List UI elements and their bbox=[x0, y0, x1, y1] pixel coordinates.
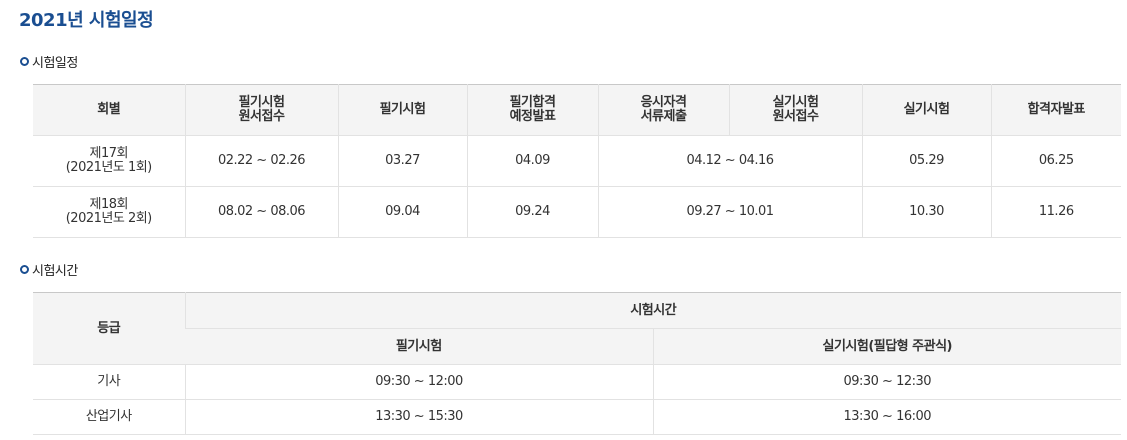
header-exam-time: 시험시간 bbox=[184, 292, 1121, 329]
schedule-header-row: 회별 필기시험 원서접수 필기시험 필기합격 예정발표 응시자격 서류제출 실기… bbox=[33, 84, 1121, 136]
header-written: 필기시험 bbox=[185, 328, 653, 365]
written-exam-cell: 03.27 bbox=[337, 135, 467, 187]
practical-time-cell: 09:30 ~ 12:30 bbox=[652, 364, 1121, 400]
grade-cell: 산업기사 bbox=[33, 399, 185, 435]
practical-exam-cell: 05.29 bbox=[861, 135, 991, 187]
exam-time-table: 등급 시험시간 필기시험 실기시험(필답형 주관식) 기사 09:30 ~ 12… bbox=[33, 292, 1121, 435]
time-section-heading: 시험시간 bbox=[20, 260, 78, 279]
written-application-cell: 08.02 ~ 08.06 bbox=[184, 186, 338, 238]
header-written-application: 필기시험 원서접수 bbox=[184, 84, 338, 136]
page-title: 2021년 시험일정 bbox=[19, 10, 154, 31]
time-section-title: 시험시간 bbox=[32, 264, 78, 279]
header-practical: 실기시험(필답형 주관식) bbox=[652, 328, 1121, 365]
written-application-cell: 02.22 ~ 02.26 bbox=[184, 135, 338, 187]
schedule-section-title: 시험일정 bbox=[32, 56, 78, 71]
schedule-section-heading: 시험일정 bbox=[20, 52, 78, 71]
header-practical-application: 실기시험 원서접수 bbox=[728, 84, 862, 136]
header-round: 회별 bbox=[33, 84, 185, 136]
written-result-cell: 09.24 bbox=[466, 186, 598, 238]
document-practical-application-cell: 09.27 ~ 10.01 bbox=[597, 186, 862, 238]
table-row: 제18회 (2021년도 2회) 08.02 ~ 08.06 09.04 09.… bbox=[33, 186, 1121, 238]
bullet-circle-icon bbox=[20, 57, 29, 66]
document-practical-application-cell: 04.12 ~ 04.16 bbox=[597, 135, 862, 187]
time-subheader-row: 필기시험 실기시험(필답형 주관식) bbox=[33, 328, 1121, 365]
round-cell: 제17회 (2021년도 1회) bbox=[33, 135, 185, 187]
header-practical-exam: 실기시험 bbox=[861, 84, 991, 136]
practical-exam-cell: 10.30 bbox=[861, 186, 991, 238]
written-result-cell: 04.09 bbox=[466, 135, 598, 187]
written-time-cell: 09:30 ~ 12:00 bbox=[184, 364, 653, 400]
round-cell: 제18회 (2021년도 2회) bbox=[33, 186, 185, 238]
practical-time-cell: 13:30 ~ 16:00 bbox=[652, 399, 1121, 435]
time-header-row: 등급 시험시간 bbox=[33, 292, 1121, 365]
table-row: 기사 09:30 ~ 12:00 09:30 ~ 12:30 bbox=[33, 364, 1121, 400]
written-time-cell: 13:30 ~ 15:30 bbox=[184, 399, 653, 435]
table-row: 산업기사 13:30 ~ 15:30 13:30 ~ 16:00 bbox=[33, 399, 1121, 435]
final-result-cell: 06.25 bbox=[990, 135, 1121, 187]
header-document-submission: 응시자격 서류제출 bbox=[597, 84, 729, 136]
final-result-cell: 11.26 bbox=[990, 186, 1121, 238]
header-written-result: 필기합격 예정발표 bbox=[466, 84, 598, 136]
table-row: 제17회 (2021년도 1회) 02.22 ~ 02.26 03.27 04.… bbox=[33, 135, 1121, 187]
exam-schedule-table: 회별 필기시험 원서접수 필기시험 필기합격 예정발표 응시자격 서류제출 실기… bbox=[33, 84, 1121, 238]
bullet-circle-icon bbox=[20, 265, 29, 274]
header-grade: 등급 bbox=[33, 292, 185, 365]
header-final-result: 합격자발표 bbox=[990, 84, 1121, 136]
grade-cell: 기사 bbox=[33, 364, 185, 400]
header-written-exam: 필기시험 bbox=[337, 84, 467, 136]
written-exam-cell: 09.04 bbox=[337, 186, 467, 238]
